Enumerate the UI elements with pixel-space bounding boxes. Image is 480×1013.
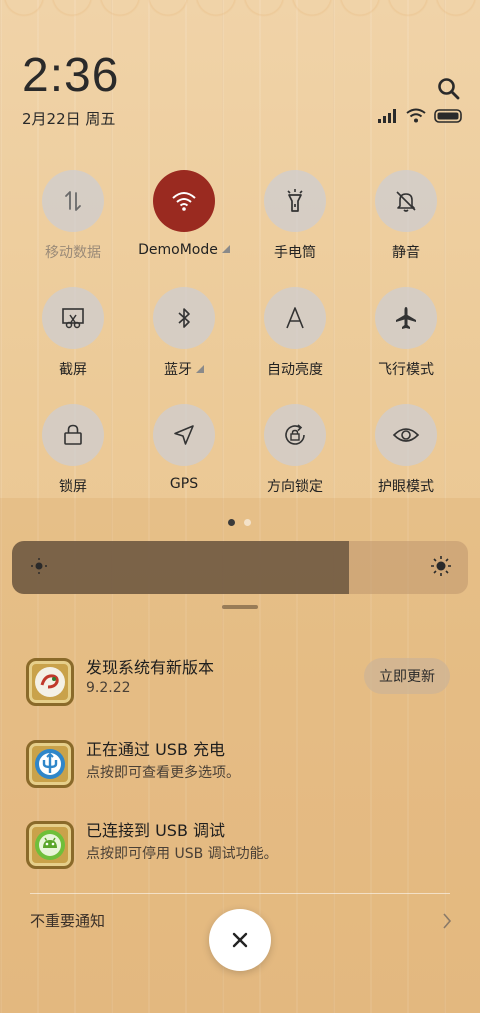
more-options-indicator <box>221 245 230 253</box>
toggle-screenshot-circle <box>42 287 104 349</box>
toggle-wifi[interactable]: DemoMode <box>129 170 239 258</box>
toggle-label-text: DemoMode <box>138 242 218 258</box>
notification-subtitle: 点按即可查看更多选项。 <box>86 765 240 781</box>
battery-icon <box>434 108 462 123</box>
top-decoration <box>0 0 480 34</box>
chevron-right-icon[interactable] <box>442 912 452 930</box>
toggle-label: 方向锁定 <box>267 479 323 495</box>
toggle-label: 手电筒 <box>274 245 316 261</box>
page-dot-active <box>228 519 235 526</box>
clear-all-button[interactable] <box>209 909 271 971</box>
status-icons <box>378 108 464 123</box>
toggle-label: 飞行模式 <box>378 362 434 378</box>
clock: 2:36 <box>22 49 120 102</box>
wifi-status-icon <box>406 108 426 123</box>
android-icon <box>35 830 65 860</box>
toggle-label: 自动亮度 <box>267 362 323 378</box>
toggle-airplane[interactable]: 飞行模式 <box>351 287 461 379</box>
update-now-button[interactable]: 立即更新 <box>364 658 450 694</box>
toggle-auto-brightness-circle <box>264 287 326 349</box>
auto-brightness-icon <box>286 307 304 329</box>
toggle-bluetooth[interactable]: 蓝牙 <box>129 287 239 379</box>
page-dot <box>244 519 251 526</box>
search-icon <box>438 78 460 100</box>
notification-usb-charging[interactable]: 正在通过 USB 充电 点按即可查看更多选项。 <box>26 736 456 796</box>
toggle-label-text: 蓝牙 <box>164 362 192 378</box>
lock-icon <box>64 424 82 445</box>
notification-title: 已连接到 USB 调试 <box>86 821 226 840</box>
rotation-lock-icon <box>285 424 305 445</box>
usb-icon <box>35 749 65 779</box>
signal-icon <box>378 108 396 123</box>
toggle-lock-screen-circle <box>42 404 104 466</box>
minor-notifications-link[interactable]: 不重要通知 <box>30 910 105 931</box>
mute-bell-icon <box>396 191 416 212</box>
toggle-airplane-circle <box>375 287 437 349</box>
brightness-high-icon <box>431 556 451 576</box>
flashlight-icon <box>287 189 303 212</box>
toggle-eye-protection-circle <box>375 404 437 466</box>
updater-app-icon <box>26 658 74 706</box>
toggle-wifi-circle <box>153 170 215 232</box>
toggle-rotation-lock-circle <box>264 404 326 466</box>
notification-system-update[interactable]: 发现系统有新版本 9.2.22 立即更新 <box>26 654 456 714</box>
notification-title: 正在通过 USB 充电 <box>86 740 226 759</box>
toggle-mute-circle <box>375 170 437 232</box>
date: 2月22日 周五 <box>22 110 116 128</box>
toggle-rotation-lock[interactable]: 方向锁定 <box>240 404 350 496</box>
notification-subtitle: 9.2.22 <box>86 680 131 696</box>
notification-usb-debugging[interactable]: 已连接到 USB 调试 点按即可停用 USB 调试功能。 <box>26 817 456 877</box>
divider <box>30 893 450 894</box>
bluetooth-icon <box>178 308 190 328</box>
toggle-mobile-data-circle <box>42 170 104 232</box>
search-button[interactable] <box>436 76 462 102</box>
screenshot-icon <box>62 308 84 329</box>
page-indicator <box>228 519 251 526</box>
drag-handle[interactable] <box>222 605 258 609</box>
wifi-icon <box>172 192 196 211</box>
more-options-indicator <box>196 365 204 373</box>
toggle-bluetooth-circle <box>153 287 215 349</box>
toggle-flashlight[interactable]: 手电筒 <box>240 170 350 262</box>
toggle-label: 护眼模式 <box>378 479 434 495</box>
toggle-label: 锁屏 <box>59 479 87 495</box>
notification-title: 发现系统有新版本 <box>86 658 215 677</box>
toggle-auto-brightness[interactable]: 自动亮度 <box>240 287 350 379</box>
toggle-lock-screen[interactable]: 锁屏 <box>18 404 128 496</box>
toggle-screenshot[interactable]: 截屏 <box>18 287 128 379</box>
toggle-label: 移动数据 <box>45 245 101 261</box>
brightness-slider[interactable] <box>12 541 468 594</box>
toggle-gps-circle <box>153 404 215 466</box>
close-icon <box>232 932 248 948</box>
toggle-mobile-data[interactable]: 移动数据 <box>18 170 128 262</box>
mobile-data-icon <box>65 191 81 211</box>
toggle-label: 蓝牙 <box>129 359 239 379</box>
brightness-low-icon <box>31 558 47 574</box>
toggle-label: 截屏 <box>59 362 87 378</box>
toggle-label: 静音 <box>392 245 420 261</box>
toggle-mute[interactable]: 静音 <box>351 170 461 262</box>
notification-subtitle: 点按即可停用 USB 调试功能。 <box>86 846 278 862</box>
toggle-label: DemoMode <box>129 242 239 258</box>
android-app-icon <box>26 821 74 869</box>
airplane-icon <box>396 307 416 329</box>
eye-icon <box>392 428 420 442</box>
toggle-label: GPS <box>169 476 199 492</box>
toggle-flashlight-circle <box>264 170 326 232</box>
location-arrow-icon <box>174 425 194 445</box>
usb-app-icon <box>26 740 74 788</box>
toggle-eye-protection[interactable]: 护眼模式 <box>351 404 461 496</box>
updater-logo-icon <box>35 667 65 697</box>
toggle-gps[interactable]: GPS <box>129 404 239 492</box>
brightness-level-fill <box>12 541 350 594</box>
